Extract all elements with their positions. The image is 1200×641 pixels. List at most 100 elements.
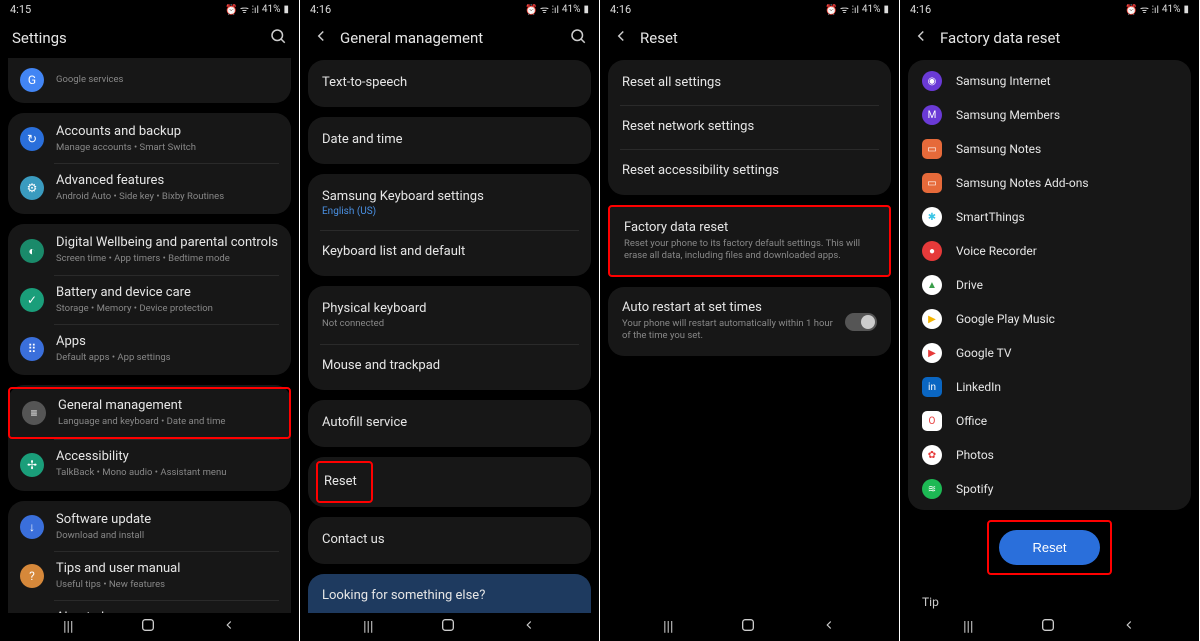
settings-item[interactable]: ◐ Digital Wellbeing and parental control… [8,226,291,274]
app-item: M Samsung Members [908,98,1191,132]
item-title: Battery and device care [56,285,279,302]
menu-item[interactable]: Samsung Keyboard settingsEnglish (US) [308,176,591,230]
app-item: ✱ SmartThings [908,200,1191,234]
settings-item[interactable]: ✢ Accessibility TalkBack • Mono audio • … [8,440,291,488]
item-sub: Reset your phone to its factory default … [624,238,875,263]
app-item: O Office [908,404,1191,438]
reset-option[interactable]: Reset all settings [608,62,891,105]
reset-option[interactable]: Reset accessibility settings [608,150,891,193]
toggle[interactable] [845,313,877,331]
nav-bar: ||| [900,613,1199,641]
nav-back[interactable] [822,618,836,636]
app-icon: ▶ [922,343,942,363]
app-icon: M [922,105,942,125]
app-name: Samsung Notes [956,142,1041,156]
status-bar: 4:15 ⏰ ᯤ ⫶ıl 41%▮ [0,0,299,18]
screen-general-management: 4:16 ⏰ ᯤ ⫶ıl41%▮ General management Text… [300,0,600,641]
item-sub: Your phone will restart automatically wi… [622,318,833,343]
nav-recent[interactable]: ||| [363,619,373,635]
nav-bar: ||| [600,613,899,641]
app-item: ◉ Samsung Internet [908,64,1191,98]
menu-item[interactable]: Contact us [308,519,591,562]
row-icon: ◐ [20,239,44,263]
nav-recent[interactable]: ||| [63,619,73,635]
menu-item[interactable]: Keyboard list and default [308,231,591,274]
back-icon[interactable] [612,27,630,49]
back-icon[interactable] [312,27,330,49]
item-title: Text-to-speech [322,75,577,92]
status-bar: 4:16 ⏰ ᯤ ⫶ıl41%▮ [300,0,599,18]
item-title: Apps [56,334,279,351]
item-title: Reset all settings [622,75,877,92]
row-icon: ? [20,564,44,588]
item-sub: Android Auto • Side key • Bixby Routines [56,191,279,203]
nav-home[interactable] [440,617,456,637]
search-icon[interactable] [569,27,587,49]
reset-option[interactable]: Auto restart at set timesYour phone will… [608,289,891,354]
settings-item[interactable]: ⚙ Advanced features Android Auto • Side … [8,164,291,212]
item-title: General management [58,398,277,415]
item-title: Accessibility [56,449,279,466]
tip-section: Tip You can use Smart Switch to back up … [908,585,1191,613]
nav-home[interactable] [140,617,156,637]
item-sub: Storage • Memory • Device protection [56,303,279,315]
reset-option[interactable]: Factory data resetReset your phone to it… [610,209,889,274]
menu-item[interactable]: Physical keyboardNot connected [308,288,591,344]
reset-button[interactable]: Reset [999,530,1101,565]
settings-item[interactable]: i About phone Status • Legal information… [8,601,291,613]
nav-back[interactable] [522,618,536,636]
reset-option[interactable]: Reset network settings [608,106,891,149]
settings-item[interactable]: ↓ Software update Download and install [8,503,291,551]
menu-item[interactable]: Autofill service [308,402,591,445]
menu-item[interactable]: Date and time [308,119,591,162]
settings-item[interactable]: ≡ General management Language and keyboa… [8,387,291,439]
item-sub: Not connected [322,318,577,330]
settings-item[interactable]: ↻ Accounts and backup Manage accounts • … [8,115,291,163]
app-name: Photos [956,448,994,462]
nav-recent[interactable]: ||| [663,619,673,635]
row-icon: ✓ [20,288,44,312]
page-title: Reset [640,29,887,47]
item-title: Mouse and trackpad [322,358,577,375]
nav-home[interactable] [740,617,756,637]
google-icon: G [20,68,44,92]
settings-item[interactable]: G Google services [8,58,291,101]
item-title: Google services [56,74,279,86]
app-icon: ● [922,241,942,261]
item-title: About phone [56,610,279,613]
back-icon[interactable] [912,27,930,49]
nav-home[interactable] [1040,617,1056,637]
app-icon: ▲ [922,275,942,295]
nav-recent[interactable]: ||| [963,619,973,635]
nav-back[interactable] [1122,618,1136,636]
item-title: Date and time [322,132,577,149]
item-title: Digital Wellbeing and parental controls [56,235,279,252]
suggestion-title: Looking for something else? [322,588,577,603]
app-item: in LinkedIn [908,370,1191,404]
screen-settings: 4:15 ⏰ ᯤ ⫶ıl 41%▮ Settings G Google serv… [0,0,300,641]
search-icon[interactable] [269,27,287,49]
app-item: ▲ Drive [908,268,1191,302]
settings-item[interactable]: ⠿ Apps Default apps • App settings [8,325,291,373]
settings-item[interactable]: ✓ Battery and device care Storage • Memo… [8,276,291,324]
item-sub: English (US) [322,206,577,217]
app-icon: ≋ [922,479,942,499]
item-sub: Default apps • App settings [56,352,279,364]
status-icons: ⏰ ᯤ ⫶ıl41%▮ [525,2,589,16]
app-item: ● Voice Recorder [908,234,1191,268]
page-title: Settings [12,29,259,47]
item-title: Keyboard list and default [322,244,577,261]
menu-item[interactable]: Mouse and trackpad [308,345,591,388]
nav-back[interactable] [222,618,236,636]
item-title: Reset network settings [622,119,877,136]
item-sub: Language and keyboard • Date and time [58,416,277,428]
status-time: 4:15 [10,3,31,16]
item-title: Reset [324,474,357,491]
menu-item-reset[interactable]: Reset [318,463,371,502]
row-icon: ↻ [20,127,44,151]
app-item: ≋ Spotify [908,472,1191,506]
status-icons: ⏰ ᯤ ⫶ıl 41%▮ [225,2,289,16]
menu-item[interactable]: Text-to-speech [308,62,591,105]
settings-item[interactable]: ? Tips and user manual Useful tips • New… [8,552,291,600]
app-name: Voice Recorder [956,244,1037,258]
